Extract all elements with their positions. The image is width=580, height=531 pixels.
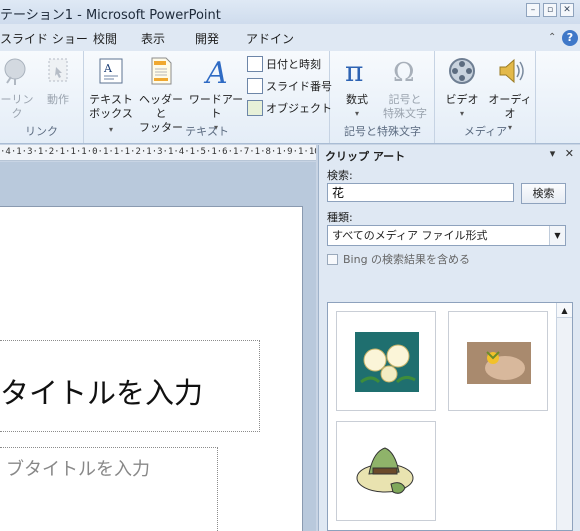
svg-text:A: A [203, 56, 228, 87]
clipart-thumbnail[interactable] [336, 311, 436, 411]
link-group-label: リンク [25, 125, 58, 138]
symbol-button[interactable]: Ω 記号と 特殊文字 [379, 55, 431, 121]
action-button[interactable]: 動作 [40, 55, 76, 107]
datetime-button[interactable]: 日付と時刻 [247, 56, 321, 72]
video-icon [449, 58, 475, 84]
action-icon [48, 58, 68, 82]
minimize-button[interactable]: – [526, 3, 540, 17]
tab-view[interactable]: 表示 [141, 30, 165, 47]
clipart-thumbnail[interactable] [448, 311, 548, 411]
datetime-label: 日付と時刻 [266, 58, 321, 71]
pane-menu-icon[interactable]: ▾ [550, 147, 556, 160]
text-group: A テキスト ボックス ▾ ヘッダーと フッター A ワードアート ▾ 日付と時… [85, 51, 332, 143]
video-button[interactable]: ビデオ ▾ [440, 55, 484, 121]
pane-controls: ▾ ✕ [550, 147, 574, 160]
title-bar: テーション1 - Microsoft PowerPoint – ▫ ✕ [0, 0, 580, 24]
tab-addins[interactable]: アドイン [246, 30, 294, 47]
symbol-icon: Ω [393, 58, 415, 88]
clipart-thumbnail[interactable] [336, 421, 436, 521]
slide-number-icon [247, 78, 263, 94]
textbox-label-1: テキスト [89, 93, 133, 106]
symbol-label-2: 特殊文字 [383, 107, 427, 120]
title-placeholder-text: タイトルを入力 [0, 376, 204, 410]
results-scrollbar[interactable]: ▲ [556, 303, 572, 530]
wordart-icon: A [203, 56, 228, 91]
close-button[interactable]: ✕ [560, 3, 574, 17]
equation-label: 数式 [346, 93, 368, 106]
header-label-1: ヘッダーと [139, 93, 183, 120]
slide-number-button[interactable]: スライド番号 [247, 78, 332, 94]
text-group-label: テキスト [185, 125, 229, 138]
restore-button[interactable]: ▫ [543, 3, 557, 17]
tab-review[interactable]: 校閲 [93, 30, 117, 47]
audio-icon [499, 58, 524, 84]
svg-text:Ω: Ω [393, 58, 415, 87]
object-icon [247, 100, 263, 116]
chevron-down-icon: ▾ [354, 109, 359, 118]
clipart-pane: クリップ アート ▾ ✕ 検索: 検索 種類: すべてのメディア ファイル形式 … [318, 145, 580, 531]
media-type-value: すべてのメディア ファイル形式 [332, 229, 488, 242]
symbol-label-1: 記号と [388, 93, 422, 106]
search-button[interactable]: 検索 [521, 183, 566, 204]
tab-slideshow[interactable]: スライド ショー [0, 30, 88, 47]
link-group: ーリンク 動作 リンク [0, 51, 84, 143]
type-label: 種類: [327, 211, 353, 224]
header-footer-icon [151, 57, 172, 85]
bing-checkbox[interactable] [327, 253, 338, 265]
chevron-down-icon[interactable]: ▼ [549, 226, 565, 245]
symbol-group-label: 記号と特殊文字 [344, 125, 421, 138]
ruler-ticks: ·4·1·3·1·2·1·1·1·0·1·1·1·2·1·3·1·4·1·5·1… [0, 147, 316, 157]
equation-icon: π [345, 55, 363, 88]
pane-title: クリップ アート [325, 150, 406, 163]
help-icon[interactable]: ? [562, 30, 578, 46]
ribbon: ーリンク 動作 リンク A テキスト ボックス ▾ ヘッダーと フッター A ワ… [0, 51, 580, 144]
textbox-label-2: ボックス [89, 107, 133, 120]
bing-option[interactable]: Bing の検索結果を含める [327, 251, 470, 267]
search-label: 検索: [327, 169, 353, 182]
bing-label: Bing の検索結果を含める [343, 253, 471, 266]
globe-icon [4, 58, 26, 85]
subtitle-placeholder-text: ブタイトルを入力 [6, 459, 150, 480]
svg-text:A: A [103, 62, 113, 75]
ribbon-tabs: スライド ショー 校閲 表示 開発 アドイン ⌃ ? [0, 24, 580, 51]
chevron-down-icon: ▾ [459, 109, 464, 118]
date-time-icon [247, 56, 263, 72]
action-label: 動作 [47, 93, 69, 106]
window-controls: – ▫ ✕ [526, 3, 574, 17]
hyperlink-label: ーリンク [0, 93, 34, 120]
tab-developer[interactable]: 開発 [195, 30, 219, 47]
window-title: テーション1 - Microsoft PowerPoint [0, 8, 221, 23]
media-type-select[interactable]: すべてのメディア ファイル形式 ▼ [327, 225, 566, 246]
close-icon[interactable]: ✕ [565, 147, 574, 160]
minimize-ribbon-icon[interactable]: ⌃ [548, 32, 556, 43]
hat-clipart [356, 447, 414, 494]
flower-photo [467, 342, 531, 384]
video-label: ビデオ [445, 93, 479, 106]
textbox-icon: A [99, 58, 123, 84]
search-input[interactable] [327, 183, 514, 202]
scroll-up-icon[interactable]: ▲ [557, 303, 572, 318]
object-button[interactable]: オブジェクト [247, 100, 332, 116]
svg-text:π: π [345, 55, 363, 87]
clipart-results: ▲ [327, 302, 573, 531]
symbol-group: π 数式 ▾ Ω 記号と 特殊文字 記号と特殊文字 [331, 51, 435, 143]
media-group: ビデオ ▾ オーディオ ▾ メディア [436, 51, 536, 143]
wordart-label: ワードアート [188, 93, 244, 120]
media-group-label: メディア [463, 125, 508, 138]
equation-button[interactable]: π 数式 ▾ [335, 55, 379, 121]
horizontal-ruler: ·4·1·3·1·2·1·1·1·0·1·1·1·2·1·3·1·4·1·5·1… [0, 145, 316, 161]
pane-header: クリップ アート [319, 145, 580, 163]
audio-label: オーディオ [488, 93, 532, 120]
hyperlink-button[interactable]: ーリンク [0, 55, 38, 121]
object-label: オブジェクト [266, 102, 332, 115]
roses-clipart [355, 332, 419, 392]
slide-number-label: スライド番号 [266, 80, 332, 93]
